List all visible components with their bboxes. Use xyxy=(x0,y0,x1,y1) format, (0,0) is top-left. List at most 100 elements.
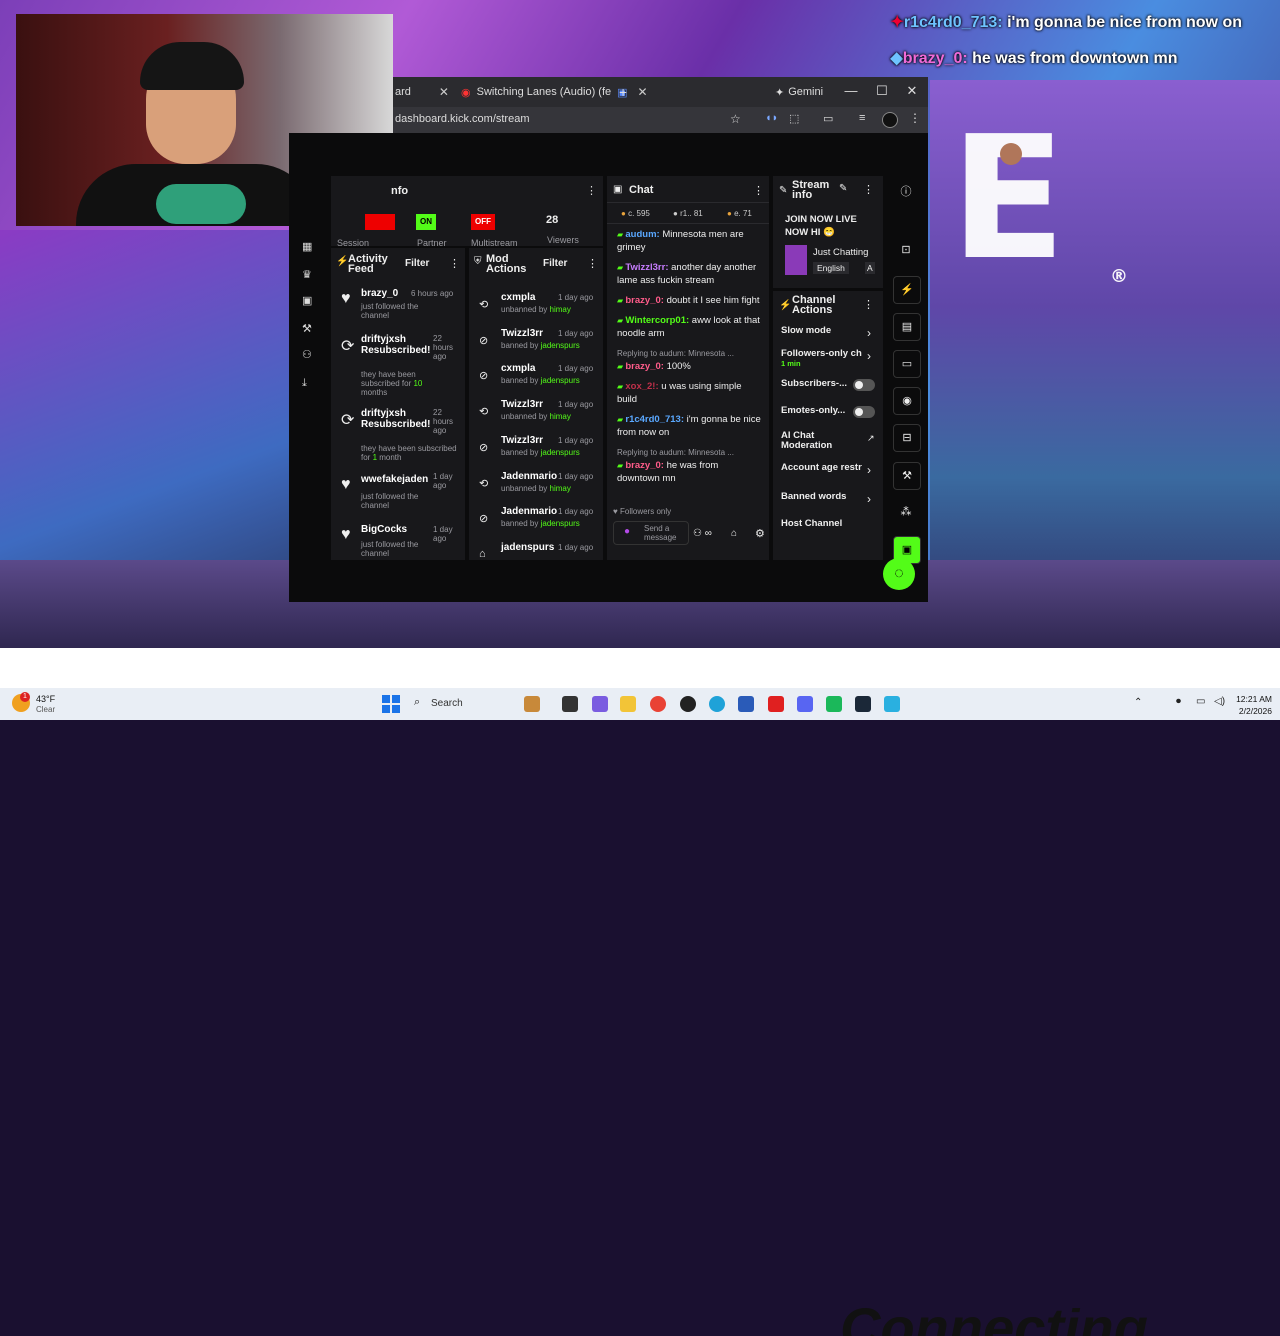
pencil-icon: ✎ xyxy=(779,185,788,196)
close-tab-icon[interactable]: ✕ xyxy=(439,85,449,99)
panel-menu-icon[interactable]: ⋮ xyxy=(863,183,874,196)
channel-action-label: Followers-only ch xyxy=(781,349,862,359)
broadcast-icon[interactable]: ◉ xyxy=(893,387,921,415)
channel-action-row[interactable]: AI Chat Moderation ↗ xyxy=(781,431,879,451)
copilot-icon[interactable] xyxy=(592,696,608,712)
chat-input[interactable]: ● Send a message xyxy=(613,521,689,545)
discord-icon[interactable] xyxy=(797,696,813,712)
maximize-button[interactable]: ☐ xyxy=(872,83,892,99)
capture-icon[interactable]: ⊡ xyxy=(893,237,919,263)
tab-dashboard[interactable]: ard ✕ xyxy=(395,81,449,103)
chat-bubble-icon[interactable]: ▭ xyxy=(893,350,921,378)
channel-action-row[interactable]: Followers-only ch 1 min › xyxy=(781,349,879,368)
panel-menu-icon[interactable]: ⋮ xyxy=(586,184,597,197)
bookmark-star-icon[interactable]: ☆ xyxy=(730,112,741,126)
leader-stat-text: r1.. 81 xyxy=(680,209,703,218)
chat-username[interactable]: audum: xyxy=(625,229,659,240)
panel-menu-icon[interactable]: ⋮ xyxy=(449,257,460,270)
lightning-icon[interactable]: ⚡ xyxy=(893,276,921,304)
channel-action-row[interactable]: Slow mode › xyxy=(781,326,879,340)
microphone-icon[interactable]: ⏺ xyxy=(1176,696,1181,707)
media-icon[interactable]: ≡ xyxy=(859,112,865,124)
viewers-label: Viewers xyxy=(547,235,579,245)
overlay-badge-icon: ✦ xyxy=(890,14,904,31)
channel-action-row[interactable]: Host Channel xyxy=(781,519,879,529)
panel-menu-icon[interactable]: ⋮ xyxy=(863,298,874,311)
profile-avatar[interactable] xyxy=(882,112,898,128)
store-app-icon[interactable] xyxy=(738,696,754,712)
channel-action-row[interactable]: Subscribers-... xyxy=(781,379,879,391)
network-icon[interactable]: ▭ xyxy=(1196,696,1205,707)
info-icon[interactable]: ⓘ xyxy=(893,179,919,205)
trophy-icon[interactable]: ♛ xyxy=(302,269,314,281)
chat-message: ▰ brazy_0: doubt it I see him fight xyxy=(617,294,763,307)
address-bar[interactable]: dashboard.kick.com/stream ☆ ◖◗ ⬚ ▭ ≡ ⋮ xyxy=(393,107,928,133)
weather-temp: 43°F xyxy=(36,694,56,704)
channel-action-row[interactable]: Banned words › xyxy=(781,492,879,506)
steam-icon[interactable] xyxy=(855,696,871,712)
cast-icon[interactable]: ▭ xyxy=(823,112,833,125)
wrench-icon[interactable]: ⚒ xyxy=(893,462,921,490)
edit-icon[interactable]: ✎ xyxy=(839,183,847,194)
chat-username[interactable]: brazy_0: xyxy=(625,361,664,372)
tray-chevron-icon[interactable]: ⌃ xyxy=(1134,697,1142,708)
chat-username[interactable]: Wintercorp01: xyxy=(625,315,689,326)
puzzle-icon[interactable]: ⬚ xyxy=(789,112,799,125)
activity-name: wwefakejaden xyxy=(361,474,429,485)
video-icon[interactable]: ▣ xyxy=(302,295,314,307)
support-chat-icon[interactable]: ◌ xyxy=(883,558,915,590)
kick-app-icon[interactable] xyxy=(826,696,842,712)
store-icon[interactable]: ⌂ xyxy=(731,528,737,539)
dashboard-right-toolbar: ⓘ ⊡ ⚡ ▤ ▭ ◉ ⊟ ⚒ ⁂ ▣ ◌ xyxy=(883,175,925,595)
extension-icon[interactable]: ◖◗ xyxy=(765,112,778,124)
clock-date[interactable]: 2/2/2026 xyxy=(1232,706,1272,716)
close-tab-icon[interactable]: ✕ xyxy=(638,85,648,99)
share-icon[interactable]: ⁂ xyxy=(893,499,919,525)
activity-filter-button[interactable]: Filter xyxy=(405,258,429,269)
chrome-icon[interactable] xyxy=(650,696,666,712)
gemini-button[interactable]: ✦ Gemini xyxy=(775,81,823,103)
analytics-icon[interactable]: ▦ xyxy=(302,241,314,253)
windows-start-icon[interactable] xyxy=(382,695,400,713)
volume-icon[interactable]: ◁) xyxy=(1214,696,1225,707)
youtube-app-icon[interactable] xyxy=(768,696,784,712)
heart-icon: ♥ xyxy=(341,476,351,493)
panel-menu-icon[interactable]: ⋮ xyxy=(587,257,598,270)
gemini-label: Gemini xyxy=(788,86,824,98)
download-icon[interactable]: ⤓ xyxy=(302,377,314,389)
chat-username[interactable]: brazy_0: xyxy=(625,460,664,471)
task-view-icon[interactable] xyxy=(562,696,578,712)
chat-username[interactable]: brazy_0: xyxy=(625,295,664,306)
chat-username[interactable]: r1c4rd0_713: xyxy=(625,414,684,425)
chat-username[interactable]: xox_2!: xyxy=(625,381,658,392)
minimize-button[interactable]: — xyxy=(841,83,861,98)
user-avatar[interactable] xyxy=(1000,143,1022,165)
close-window-button[interactable]: ✕ xyxy=(902,83,922,99)
settings-gear-icon[interactable]: ⚙ xyxy=(755,527,765,540)
edge-icon[interactable] xyxy=(709,696,725,712)
channel-action-row[interactable]: Emotes-only... xyxy=(781,406,879,418)
users-icon[interactable]: ⚇ xyxy=(302,349,314,361)
document-icon[interactable]: ▤ xyxy=(893,313,921,341)
mod-filter-button[interactable]: Filter xyxy=(543,258,567,269)
mic-icon[interactable]: ● xyxy=(624,526,630,537)
activity-name: driftyjxsh Resubscribed! xyxy=(361,334,431,356)
fortnite-icon[interactable] xyxy=(884,696,900,712)
heart-icon: ♥ xyxy=(341,526,351,543)
channel-action-row[interactable]: Account age restr › xyxy=(781,463,879,477)
widgets-icon[interactable] xyxy=(524,696,540,712)
wrench-icon[interactable]: ⚒ xyxy=(302,323,314,335)
clock-time[interactable]: 12:21 AM xyxy=(1232,694,1272,704)
obs-icon[interactable] xyxy=(680,696,696,712)
browser-icon[interactable]: ⊟ xyxy=(893,424,921,452)
toggle-switch[interactable] xyxy=(853,406,875,418)
file-explorer-icon[interactable] xyxy=(620,696,636,712)
menu-icon[interactable]: ⋮ xyxy=(909,111,921,125)
new-tab-button[interactable]: + xyxy=(619,81,627,103)
toggle-switch[interactable] xyxy=(853,379,875,391)
emote-icon[interactable]: ⚇ ∞ xyxy=(693,528,712,539)
panel-menu-icon[interactable]: ⋮ xyxy=(753,184,764,197)
chat-username[interactable]: Twizzl3rr: xyxy=(625,262,668,273)
taskbar-search[interactable]: ⌕ Search xyxy=(408,693,528,715)
home-icon: ⌂ xyxy=(479,547,486,560)
